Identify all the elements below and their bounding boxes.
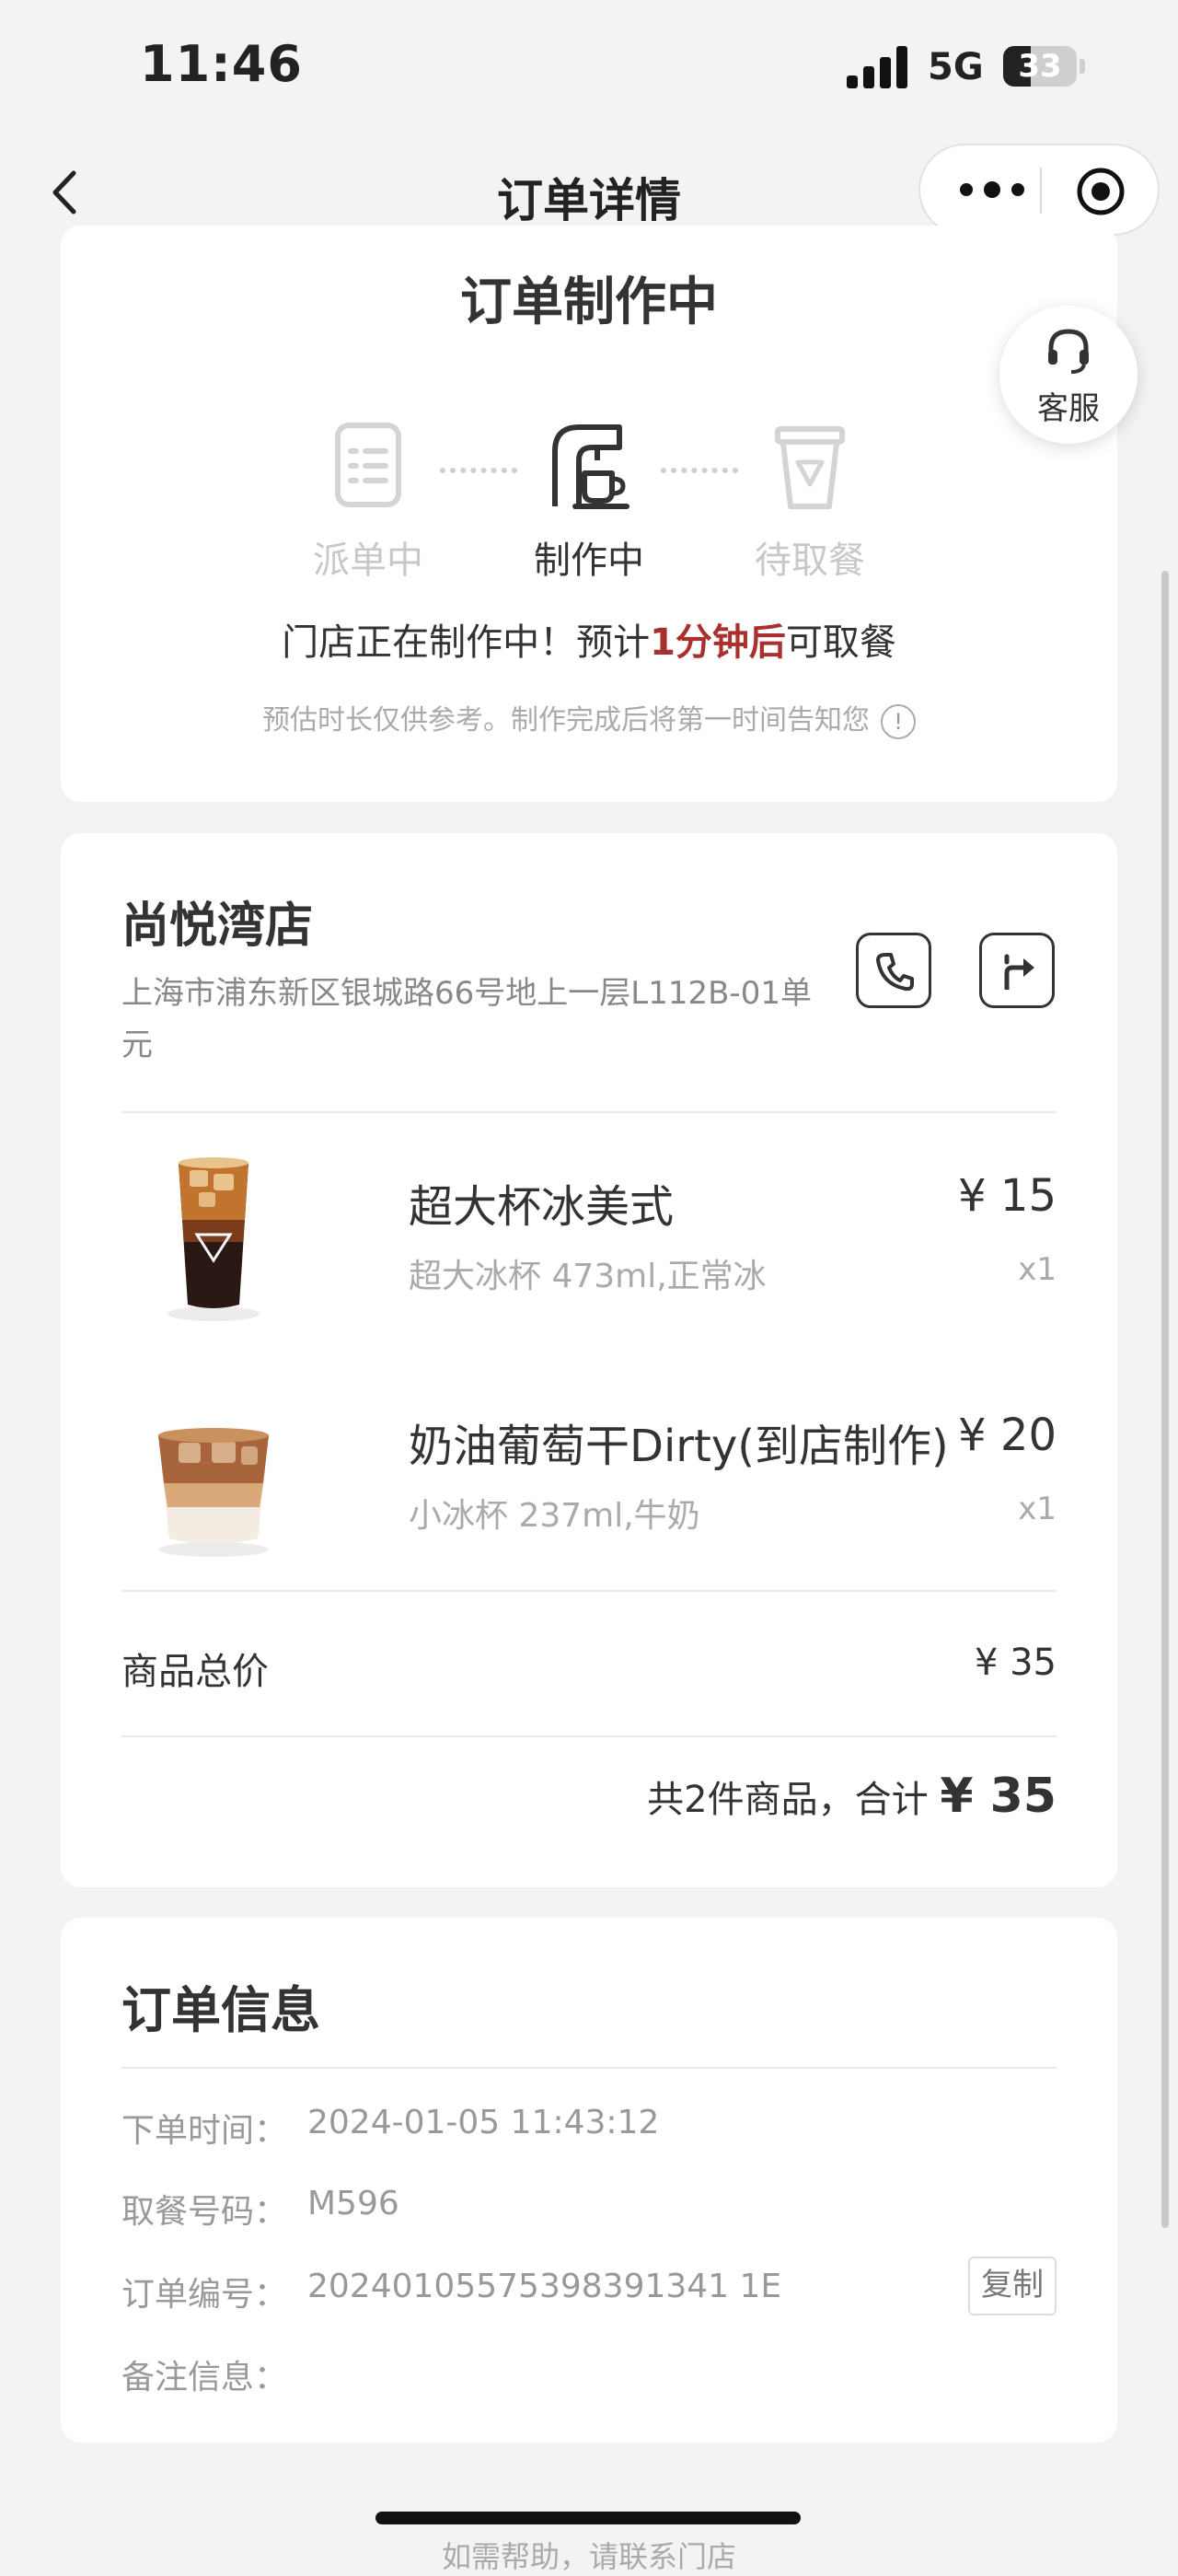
- network-type: 5G: [928, 46, 984, 88]
- step-making: 制作中: [515, 414, 663, 584]
- subtotal-label: 商品总价: [121, 1651, 269, 1693]
- directions-icon: [1004, 954, 1034, 990]
- item-qty: x1: [1018, 1251, 1057, 1288]
- order-info-card: 订单信息 下单时间： 2024-01-05 11:43:12 取餐号码： M59…: [61, 1918, 1117, 2443]
- copy-order-number-button[interactable]: 复制: [968, 2257, 1057, 2315]
- customer-service-label: 客服: [1037, 390, 1100, 427]
- store-name: 尚悦湾店: [121, 899, 314, 954]
- status-message-suffix: 可取餐: [785, 621, 896, 664]
- status-time: 11:46: [140, 35, 303, 93]
- order-number-row: 订单编号： 20240105575398391341 1E 复制: [121, 2257, 1057, 2323]
- item-name: 超大杯冰美式: [409, 1181, 675, 1233]
- divider: [121, 1111, 1057, 1113]
- store-address: 上海市浦东新区银城路66号地上一层L112B-01单元: [121, 975, 812, 1063]
- step-label: 制作中: [534, 540, 644, 582]
- total-prefix: 共2件商品，合计: [647, 1779, 929, 1821]
- order-item[interactable]: 超大杯冰美式 超大冰杯 473ml,正常冰 ¥ 15 x1: [121, 1143, 1057, 1327]
- bottom-hint: 如需帮助，请联系门店: [441, 2539, 736, 2574]
- item-price: ¥ 15: [958, 1170, 1057, 1222]
- remark-label: 备注信息：: [121, 2359, 288, 2396]
- order-number-value: 20240105575398391341 1E: [307, 2268, 782, 2305]
- battery-level: 33: [1018, 48, 1062, 85]
- more-icon[interactable]: [955, 179, 1029, 201]
- phone-icon: [876, 953, 914, 992]
- cup-icon: [775, 426, 845, 509]
- iced-americano-image: [167, 1157, 260, 1321]
- status-note: 预估时长仅供参考。制作完成后将第一时间告知您!: [61, 697, 1117, 739]
- total-value: ¥ 35: [940, 1769, 1057, 1824]
- call-store-button[interactable]: [856, 933, 931, 1008]
- status-note-text: 预估时长仅供参考。制作完成后将第一时间告知您: [262, 704, 870, 737]
- divider: [121, 1735, 1057, 1737]
- signal-icon: [847, 46, 907, 88]
- item-spec: 小冰杯 237ml,牛奶: [409, 1497, 700, 1535]
- order-items-card: 尚悦湾店 上海市浦东新区银城路66号地上一层L112B-01单元 超大杯冰美式 …: [61, 833, 1117, 1887]
- step-label: 派单中: [313, 540, 423, 582]
- step-ready: 待取餐: [736, 414, 884, 584]
- order-item[interactable]: 奶油葡萄干Dirty(到店制作) 小冰杯 237ml,牛奶 ¥ 20 x1: [121, 1382, 1057, 1566]
- order-status-card: 订单制作中 派单中 制作中 待取餐 门店正在制作中！预计1分钟后可取餐 预估时长…: [61, 226, 1117, 802]
- divider: [121, 2067, 1057, 2069]
- item-spec: 超大冰杯 473ml,正常冰: [409, 1258, 767, 1295]
- customer-service-button[interactable]: 客服: [999, 306, 1138, 444]
- list-icon: [335, 423, 401, 507]
- order-info-title: 订单信息: [121, 1981, 320, 2039]
- step-label: 待取餐: [755, 540, 865, 582]
- step-dispatching: 派单中: [294, 414, 442, 584]
- coffee-machine-icon: [552, 424, 629, 509]
- status-message: 门店正在制作中！预计1分钟后可取餐: [61, 612, 1117, 666]
- item-price: ¥ 20: [958, 1410, 1057, 1461]
- item-qty: x1: [1018, 1491, 1057, 1527]
- order-number-label: 订单编号：: [121, 2276, 288, 2314]
- mini-program-capsule: [918, 144, 1160, 236]
- headset-icon: [1048, 329, 1089, 374]
- raisin-dirty-image: [158, 1428, 269, 1557]
- pickup-number-value: M596: [307, 2185, 399, 2222]
- battery-icon: 33: [1003, 46, 1088, 87]
- step-connector: [440, 468, 517, 473]
- subtotal-value: ¥ 35: [974, 1642, 1057, 1684]
- close-miniprogram-icon[interactable]: [1075, 166, 1126, 217]
- status-bar: 11:46 5G 33: [0, 0, 1178, 138]
- navigate-store-button[interactable]: [979, 933, 1055, 1008]
- order-time-value: 2024-01-05 11:43:12: [307, 2104, 660, 2141]
- home-indicator: [375, 2512, 801, 2524]
- order-total: 共2件商品，合计 ¥ 35: [647, 1769, 1057, 1824]
- info-icon[interactable]: !: [881, 703, 916, 739]
- remark-row: 备注信息：: [121, 2350, 1057, 2406]
- item-name: 奶油葡萄干Dirty(到店制作): [409, 1421, 949, 1472]
- capsule-divider: [1040, 168, 1042, 214]
- divider: [121, 1590, 1057, 1592]
- pickup-number-label: 取餐号码：: [121, 2193, 288, 2231]
- status-message-prefix: 门店正在制作中！预计: [282, 621, 651, 664]
- pickup-number-row: 取餐号码： M596: [121, 2185, 1057, 2240]
- order-status-title: 订单制作中: [460, 273, 718, 332]
- eta-highlight: 1分钟后: [650, 621, 786, 664]
- step-connector: [661, 468, 738, 473]
- scrollbar[interactable]: [1161, 571, 1169, 2228]
- order-time-row: 下单时间： 2024-01-05 11:43:12: [121, 2104, 1057, 2159]
- order-time-label: 下单时间：: [121, 2112, 288, 2150]
